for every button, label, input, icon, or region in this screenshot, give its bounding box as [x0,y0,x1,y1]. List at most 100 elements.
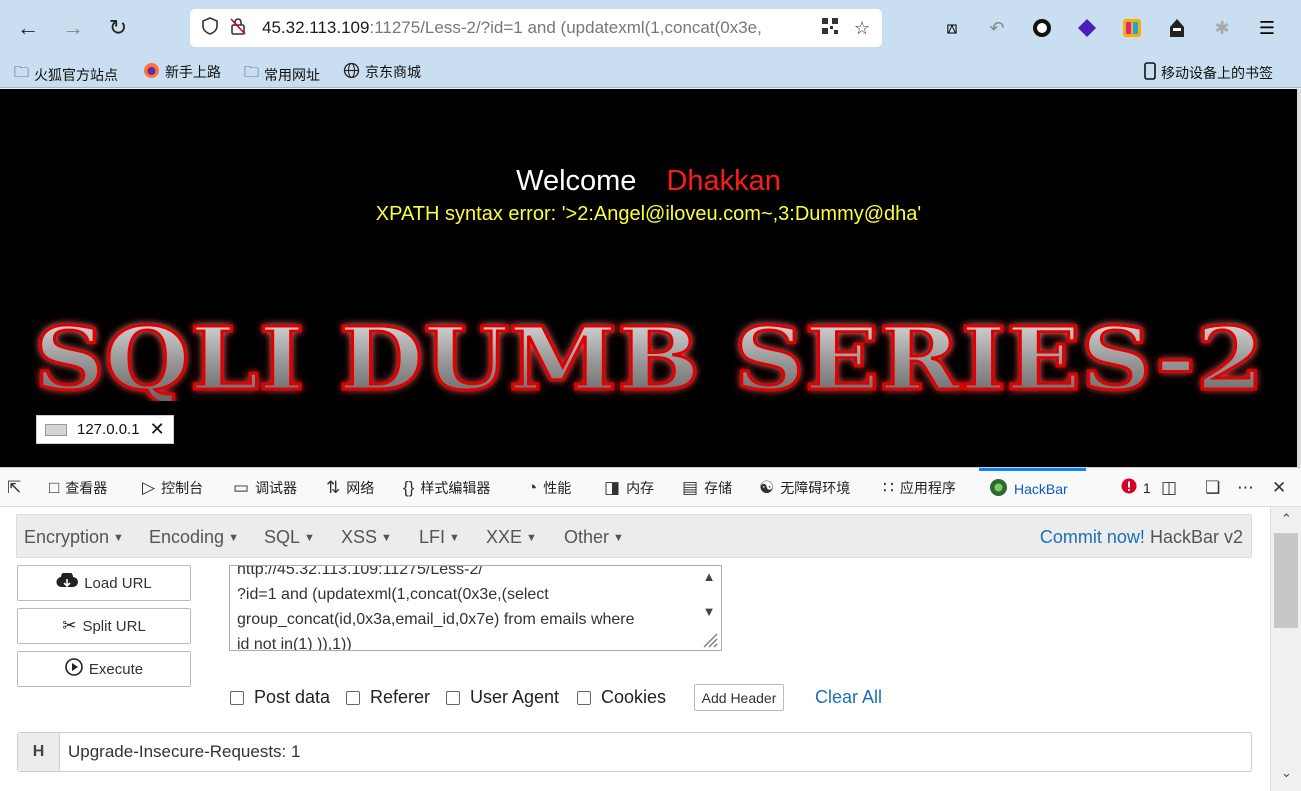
referer-option[interactable]: Referer [346,687,430,708]
hackbar-version: HackBar v2 [1149,527,1243,547]
caret-down-icon: ▼ [526,532,537,545]
scroll-up-icon[interactable]: ▲ [701,569,717,584]
inspector-icon: □ [49,478,60,497]
undo-icon[interactable]: ↶ [984,15,1010,41]
clear-all-link[interactable]: Clear All [815,687,882,708]
screenshot-crop-icon[interactable]: ⟎ [939,15,965,41]
welcome-line: Welcome Dhakkan [0,165,1297,198]
hacker-extension-icon[interactable] [1164,15,1190,41]
bookmark-item[interactable]: 京东商城 [343,62,421,82]
scrollbar-thumb[interactable] [1274,533,1298,628]
menu-other[interactable]: Other ▼ [564,527,624,548]
header-value[interactable]: Upgrade-Insecure-Requests: 1 [68,742,300,762]
qr-code-icon[interactable] [816,17,844,40]
tab-inspector[interactable]: □ 查看器 [49,478,107,498]
insecure-lock-icon[interactable] [224,17,252,40]
header-row[interactable]: H Upgrade-Insecure-Requests: 1 [17,732,1252,772]
post-data-checkbox[interactable] [230,690,244,705]
xpath-error-message: XPATH syntax error: '>2:Angel@iloveu.com… [375,203,922,225]
tab-hackbar[interactable]: HackBar [989,478,1068,500]
console-icon: ▷ [142,478,156,497]
cookies-option[interactable]: Cookies [577,687,666,708]
commit-now-link[interactable]: Commit now! [1040,527,1145,547]
address-bar[interactable]: 45.32.113.109:11275/Less-2/?id=1 and (up… [190,9,882,47]
tab-performance[interactable]: ◔ 性能 [527,478,571,498]
back-icon[interactable]: ← [12,12,44,44]
scroll-up-icon[interactable]: ⌃ [1271,511,1301,527]
tab-memory[interactable]: ◨ 内存 [604,478,654,498]
commit-info: Commit now! HackBar v2 [1040,527,1243,548]
tab-style-editor[interactable]: {} 样式编辑器 [403,478,490,498]
banner-text: SQLI DUMB SERIES-2 [34,311,1264,401]
bookmarks-bar: 🗀 火狐官方站点 新手上路 🗀 常用网址 京东商城 移动设备上的书签 [0,56,1301,88]
url-textarea-value: http://45.32.113.109:11275/Less-2/ ?id=1… [237,565,635,651]
post-data-option[interactable]: Post data [230,687,330,708]
hackbar-menubar: Encryption ▼ Encoding ▼ SQL ▼ XSS ▼ LFI ▼ XXE… [16,514,1252,558]
caret-down-icon: ▼ [228,532,239,545]
mobile-device-icon [1144,62,1156,83]
caret-down-icon: ▼ [381,532,392,545]
menu-xss[interactable]: XSS ▼ [341,527,392,548]
user-agent-option[interactable]: User Agent [446,687,559,708]
performance-icon: ◔ [527,478,538,497]
panel-scrollbar[interactable]: ⌃ ⌄ [1270,507,1301,791]
tab-console[interactable]: ▷ 控制台 [142,478,203,498]
forward-icon[interactable]: → [57,12,89,44]
close-devtools-icon[interactable]: ✕ [1272,478,1286,498]
layers-extension-icon[interactable] [1074,15,1100,41]
tab-accessibility[interactable]: ☯ 无障碍环境 [759,478,850,498]
split-url-button[interactable]: ✂ Split URL [17,608,191,644]
header-key-label: H [18,733,60,771]
colorful-extension-icon[interactable] [1119,15,1145,41]
tab-application[interactable]: ∷ 应用程序 [883,478,956,498]
add-header-button[interactable]: Add Header [694,684,784,711]
url-textarea[interactable]: http://45.32.113.109:11275/Less-2/ ?id=1… [229,565,722,651]
flag-icon [45,423,67,436]
page-viewport: Welcome Dhakkan XPATH syntax error: '>2:A… [0,89,1297,467]
menu-sql[interactable]: SQL ▼ [264,527,315,548]
resize-grip-icon[interactable] [700,630,718,648]
scissors-icon: ✂ [62,616,77,635]
mobile-bookmarks[interactable]: 移动设备上的书签 [1144,62,1273,83]
style-editor-icon: {} [403,478,415,497]
cookies-checkbox[interactable] [577,690,591,705]
bookmark-star-icon[interactable]: ☆ [848,18,876,39]
user-agent-checkbox[interactable] [446,690,460,705]
menu-encryption[interactable]: Encryption ▼ [24,527,124,548]
split-console-icon[interactable]: ◫ [1161,478,1177,498]
menu-icon[interactable]: ☰ [1254,15,1280,41]
more-options-icon[interactable]: ⋯ [1237,478,1254,498]
caret-down-icon: ▼ [449,532,460,545]
bookmark-item[interactable]: 新手上路 [143,62,221,82]
scroll-down-icon[interactable]: ⌄ [1271,765,1301,781]
referer-checkbox[interactable] [346,690,360,705]
scroll-down-icon[interactable]: ▼ [701,604,717,619]
tab-storage[interactable]: ▤ 存储 [682,478,732,498]
tab-network[interactable]: ⇅ 网络 [326,478,374,498]
element-picker-icon[interactable]: ⇱ [7,478,21,498]
close-icon[interactable]: ✕ [150,419,165,440]
circle-extension-icon[interactable] [1029,15,1055,41]
bookmark-item[interactable]: 🗀 火狐官方站点 [14,62,118,87]
tab-debugger[interactable]: ▭ 调试器 [233,478,297,498]
folder-icon: 🗀 [244,64,260,81]
active-tab-indicator [979,468,1086,471]
firefox-icon [143,62,160,82]
bookmark-item[interactable]: 🗀 常用网址 [244,62,320,87]
load-url-button[interactable]: Load URL [17,565,191,601]
caret-down-icon: ▼ [113,532,124,545]
play-circle-icon [65,657,83,681]
execute-button[interactable]: Execute [17,651,191,687]
reload-icon[interactable]: ↻ [102,12,134,44]
menu-lfi[interactable]: LFI ▼ [419,527,460,548]
shield-icon[interactable] [196,16,224,40]
menu-xxe[interactable]: XXE ▼ [486,527,537,548]
responsive-mode-icon[interactable]: ❏ [1205,478,1220,498]
hackbar-panel: Encryption ▼ Encoding ▼ SQL ▼ XSS ▼ LFI ▼ XXE… [0,507,1270,791]
error-count-badge[interactable]: 1 [1121,478,1151,497]
browser-window: ← → ↻ 45.32.113.109:11275/Less-2/?id=1 a… [0,0,1301,791]
ip-badge[interactable]: 127.0.0.1 ✕ [36,415,174,444]
puzzle-extension-icon[interactable]: ✱ [1209,15,1235,41]
page-scrollbar[interactable] [1297,89,1301,467]
menu-encoding[interactable]: Encoding ▼ [149,527,239,548]
